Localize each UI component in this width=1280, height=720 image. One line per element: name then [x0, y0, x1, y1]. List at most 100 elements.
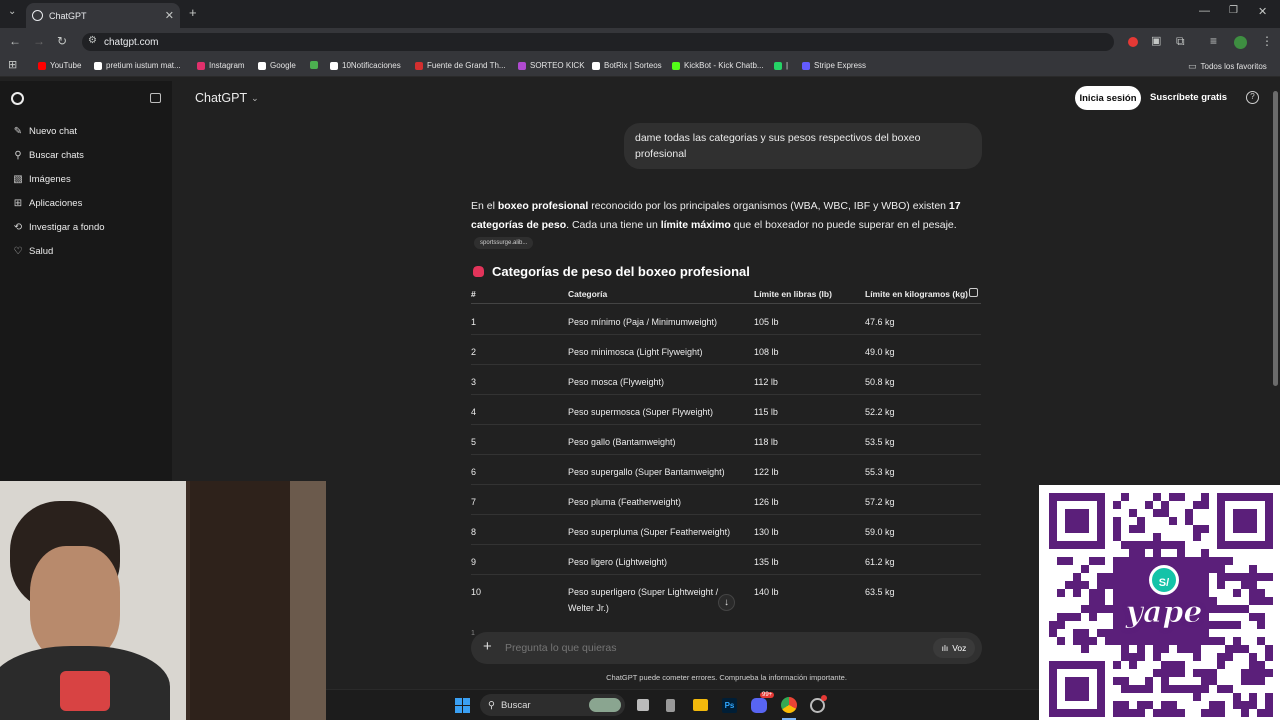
tab-search-icon[interactable]: ⌄	[8, 6, 16, 17]
task-view-icon[interactable]	[637, 699, 649, 711]
bookmark-item[interactable]: BotRix | Sorteos	[592, 61, 662, 70]
apps-grid-icon[interactable]: ⊞	[8, 58, 17, 71]
extension-icon[interactable]: ▣	[1151, 34, 1161, 47]
address-bar[interactable]: ⚙ chatgpt.com	[82, 33, 1114, 51]
research-icon: ⟲	[13, 222, 23, 233]
qr-module	[1233, 605, 1241, 613]
tab-close-icon[interactable]: ✕	[165, 9, 174, 22]
table-row: 5 Peso gallo (Bantamweight) 118 lb 53.5 kg	[471, 425, 981, 455]
login-button[interactable]: Inicia sesión	[1075, 86, 1141, 110]
bookmark-item[interactable]: KickBot - Kick Chatb...	[672, 61, 764, 70]
qr-module	[1217, 621, 1225, 629]
window-close-icon[interactable]: ✕	[1258, 5, 1267, 18]
bookmark-item[interactable]: pretium iustum mat...	[94, 61, 181, 70]
reading-list-icon[interactable]: ≡	[1210, 34, 1217, 48]
bookmark-item[interactable]	[310, 61, 322, 69]
qr-module	[1257, 613, 1265, 621]
bookmark-favicon-icon	[197, 61, 205, 70]
qr-module	[1073, 573, 1081, 581]
scroll-down-icon[interactable]: ↓	[718, 594, 735, 611]
model-selector[interactable]: ChatGPT ⌄	[195, 91, 259, 105]
bookmark-item[interactable]: Fuente de Grand Th...	[415, 61, 506, 70]
help-icon[interactable]: ?	[1246, 91, 1259, 104]
qr-module	[1233, 573, 1241, 581]
copy-table-icon[interactable]	[969, 288, 978, 297]
reload-icon[interactable]: ↻	[57, 34, 67, 48]
qr-module	[1233, 693, 1241, 701]
browser-tab-chatgpt[interactable]: ChatGPT ✕	[26, 3, 180, 28]
search-highlight-image	[589, 698, 621, 712]
browser-menu-icon[interactable]: ⋮	[1261, 34, 1273, 48]
qr-module	[1097, 581, 1105, 589]
source-citation-chip[interactable]: sportssurge.alib...	[474, 237, 534, 249]
all-bookmarks[interactable]: ▭ Todos los favoritos	[1188, 61, 1267, 72]
sidebar-item[interactable]: ⊞ Aplicaciones	[12, 198, 83, 209]
site-info-icon[interactable]: ⚙	[88, 35, 97, 46]
sidebar-item[interactable]: ♡ Salud	[12, 246, 54, 257]
add-attachment-icon[interactable]: +	[483, 638, 492, 655]
profile-avatar[interactable]	[1234, 36, 1247, 49]
qr-module	[1225, 573, 1233, 581]
qr-module	[1065, 509, 1089, 533]
voice-button[interactable]: ılı Voz	[933, 638, 975, 658]
toggle-sidebar-icon[interactable]	[150, 93, 161, 103]
sidebar-item[interactable]: ⚲ Buscar chats	[12, 150, 84, 161]
signup-button[interactable]: Suscríbete gratis	[1150, 92, 1227, 103]
forward-icon[interactable]: →	[33, 34, 45, 48]
puzzle-icon[interactable]: ⧉	[1176, 34, 1185, 49]
bookmark-item[interactable]: Instagram	[197, 61, 245, 70]
qr-module	[1257, 589, 1265, 597]
sidebar-item[interactable]: ✎ Nuevo chat	[12, 126, 77, 137]
chrome-icon[interactable]	[781, 697, 797, 713]
qr-module	[1241, 709, 1249, 717]
qr-module	[1209, 677, 1217, 685]
qr-module	[1121, 653, 1129, 661]
apps-icon: ⊞	[13, 198, 23, 209]
qr-module	[1249, 565, 1257, 573]
openai-logo-icon[interactable]	[11, 92, 24, 105]
restore-icon[interactable]: ❐	[1229, 5, 1238, 16]
bookmark-item[interactable]: |	[774, 61, 788, 70]
bookmark-item[interactable]: 10Notificaciones	[330, 61, 401, 70]
sidebar-item[interactable]: ▧ Imágenes	[12, 174, 70, 185]
qr-module	[1081, 565, 1089, 573]
bookmark-favicon-icon	[592, 61, 600, 70]
qr-module	[1241, 669, 1249, 677]
qr-module	[1257, 621, 1265, 629]
row-category: Peso mosca (Flyweight)	[568, 377, 665, 387]
scrollbar-thumb[interactable]	[1273, 91, 1278, 386]
row-category: Peso minimosca (Light Flyweight)	[568, 347, 703, 357]
extension-red-icon[interactable]	[1128, 37, 1138, 47]
row-kilograms: 49.0 kg	[865, 347, 895, 357]
photoshop-icon[interactable]: Ps	[722, 698, 737, 713]
qr-module	[1137, 549, 1145, 557]
qr-module	[1049, 629, 1057, 637]
qr-module	[1169, 709, 1177, 717]
bookmark-item[interactable]: Stripe Express	[802, 61, 866, 70]
sidebar-item[interactable]: ⟲ Investigar a fondo	[12, 222, 105, 233]
qr-module	[1265, 669, 1273, 677]
discord-icon[interactable]	[751, 698, 767, 713]
qr-module	[1233, 621, 1241, 629]
qr-module	[1105, 573, 1113, 581]
qr-module	[1113, 525, 1121, 533]
qr-module	[1217, 709, 1225, 717]
app-icon[interactable]	[666, 699, 675, 712]
qr-module	[1209, 637, 1217, 645]
taskbar-search[interactable]: ⚲ Buscar	[480, 694, 625, 716]
yape-qr-code: S/ yape	[1039, 485, 1280, 720]
bookmark-item[interactable]: SORTEO KICK	[518, 61, 585, 70]
back-icon[interactable]: ←	[9, 34, 21, 48]
start-icon[interactable]	[455, 698, 470, 713]
prompt-input[interactable]	[505, 639, 905, 657]
qr-module	[1153, 549, 1161, 557]
bookmark-item[interactable]: Google	[258, 61, 296, 70]
bookmark-item[interactable]: YouTube	[38, 61, 81, 70]
row-pounds: 105 lb	[754, 317, 779, 327]
row-kilograms: 53.5 kg	[865, 437, 895, 447]
minimize-icon[interactable]: —	[1199, 5, 1210, 17]
qr-module	[1089, 589, 1097, 597]
new-tab-icon[interactable]: +	[189, 5, 197, 20]
file-explorer-icon[interactable]	[693, 699, 708, 711]
qr-module	[1089, 557, 1097, 565]
